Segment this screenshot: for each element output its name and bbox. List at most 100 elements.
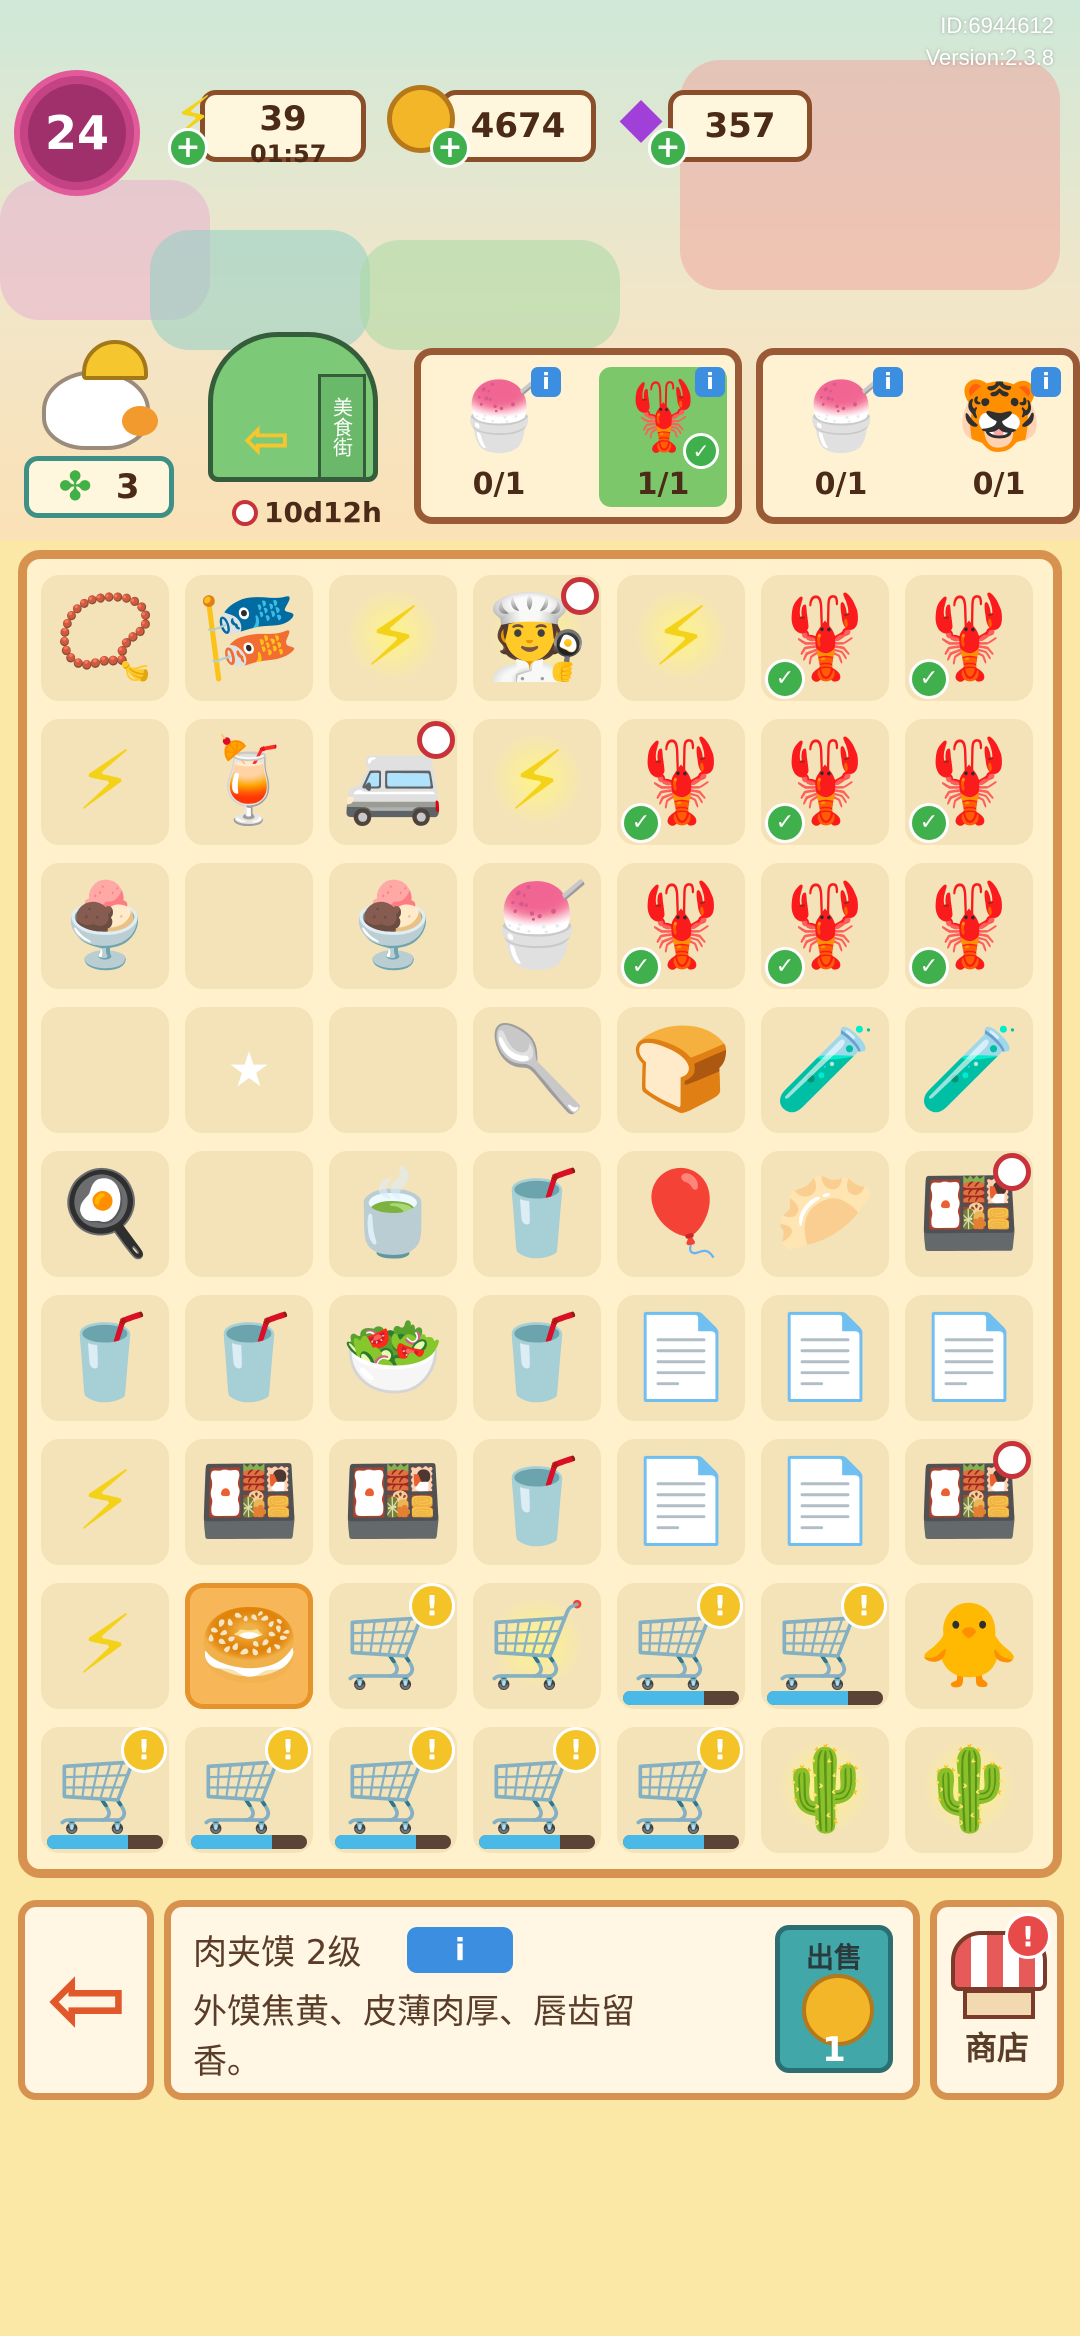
board-cell[interactable] — [41, 1007, 169, 1133]
board-cell[interactable]: 🥤 — [473, 1151, 601, 1277]
board-cell[interactable]: ⚡ — [41, 1583, 169, 1709]
board-cell[interactable]: ⚡ — [473, 719, 601, 845]
check-icon: ✓ — [909, 947, 949, 987]
board-item: ★ — [227, 1042, 271, 1098]
board-cell[interactable]: 🍱 — [905, 1151, 1033, 1277]
board-item: 🥟 — [773, 1166, 877, 1261]
check-icon: ✓ — [683, 433, 719, 469]
board-cell[interactable]: 🦞 ✓ — [761, 575, 889, 701]
info-icon[interactable]: i — [1031, 367, 1061, 397]
duck-character[interactable] — [36, 340, 158, 450]
board-cell[interactable]: 🎏 — [185, 575, 313, 701]
clock-icon — [417, 721, 455, 759]
board-cell[interactable]: ⚡ — [617, 575, 745, 701]
check-icon: ✓ — [909, 803, 949, 843]
board-cell[interactable]: 🎈 — [617, 1151, 745, 1277]
board-item: 🍳 — [53, 1166, 157, 1261]
info-icon[interactable]: i — [695, 367, 725, 397]
board-cell[interactable]: 🧪 — [905, 1007, 1033, 1133]
board-cell[interactable]: 🥗 — [329, 1295, 457, 1421]
energy-item: ⚡ — [76, 734, 134, 829]
lunchbox-item: 🍱 — [197, 1454, 301, 1549]
board-cell[interactable]: 🧑‍🍳 — [473, 575, 601, 701]
check-icon: ✓ — [765, 947, 805, 987]
info-icon[interactable]: i — [873, 367, 903, 397]
board-cell[interactable]: 🛒! — [329, 1727, 457, 1853]
version-label: Version:2.3.8 — [925, 45, 1054, 70]
board-cell[interactable]: ⚡ — [329, 575, 457, 701]
board-cell[interactable]: 🍳 — [41, 1151, 169, 1277]
board-cell[interactable]: 📄 — [761, 1295, 889, 1421]
board-cell[interactable]: 🥤 — [41, 1295, 169, 1421]
board-cell[interactable]: 🛒! — [617, 1727, 745, 1853]
cooldown-bar-fill — [47, 1835, 129, 1849]
add-energy-button[interactable]: + — [168, 128, 208, 168]
board-cell[interactable]: 🛒! — [329, 1583, 457, 1709]
dessert-item: 🍨 — [341, 878, 445, 973]
board-cell[interactable]: 🦞 ✓ — [905, 863, 1033, 989]
board-cell[interactable]: ⚡ — [41, 1439, 169, 1565]
board-cell[interactable]: 🌵 — [905, 1727, 1033, 1853]
board-cell[interactable]: 🦞 ✓ — [905, 575, 1033, 701]
sell-button[interactable]: 出售 1 — [775, 1925, 893, 2073]
board-cell[interactable]: 🥤 — [185, 1295, 313, 1421]
order-count: 1/1 — [636, 467, 690, 502]
board-cell[interactable]: 📄 — [905, 1295, 1033, 1421]
board-cell[interactable]: 📄 — [617, 1295, 745, 1421]
board-cell[interactable]: 🌵 — [761, 1727, 889, 1853]
board-cell[interactable]: 🐥 — [905, 1583, 1033, 1709]
board-cell[interactable]: 🛒! — [185, 1727, 313, 1853]
parfait-icon: 🍧 — [457, 377, 542, 456]
board-cell[interactable] — [185, 863, 313, 989]
shop-button[interactable]: ! 商店 — [930, 1900, 1064, 2100]
clover-counter[interactable]: ✤ 3 — [24, 456, 174, 518]
board-cell[interactable]: 📄 — [761, 1439, 889, 1565]
rainbow-drink-item: 🥤 — [53, 1310, 157, 1405]
board-cell[interactable]: 🥤 — [473, 1295, 601, 1421]
board-cell[interactable]: 🦞 ✓ — [761, 863, 889, 989]
board-cell[interactable]: 🍞 — [617, 1007, 745, 1133]
alert-icon: ! — [697, 1727, 743, 1773]
board-cell[interactable]: 🥯 — [185, 1583, 313, 1709]
board-cell[interactable]: 🍨 — [329, 863, 457, 989]
board-cell[interactable]: 🍧 — [473, 863, 601, 989]
board-cell[interactable]: 🦞 ✓ — [617, 719, 745, 845]
add-coins-button[interactable]: + — [430, 128, 470, 168]
board-cell[interactable]: 📿 — [41, 575, 169, 701]
board-cell[interactable]: 🥄 — [473, 1007, 601, 1133]
board-cell[interactable]: 🍹 — [185, 719, 313, 845]
board-cell[interactable]: 🍱 — [905, 1439, 1033, 1565]
board-cell[interactable]: 🥤 — [473, 1439, 601, 1565]
board-cell[interactable]: 🍱 — [185, 1439, 313, 1565]
board-cell[interactable]: 🦞 ✓ — [905, 719, 1033, 845]
board-cell[interactable]: 🛒! — [41, 1727, 169, 1853]
level-badge[interactable]: 24 — [14, 70, 140, 196]
board-cell[interactable]: ★ — [185, 1007, 313, 1133]
board-cell[interactable]: 🚐 — [329, 719, 457, 845]
item-info-button[interactable]: i — [407, 1927, 513, 1973]
board-cell[interactable] — [329, 1007, 457, 1133]
board-cell[interactable]: 🛒! — [617, 1583, 745, 1709]
board-cell[interactable]: 🥟 — [761, 1151, 889, 1277]
board-cell[interactable]: 🍨 — [41, 863, 169, 989]
order-card-1[interactable]: 🍧 0/1 i 🦞 1/1 i ✓ — [414, 348, 742, 524]
gem-counter[interactable]: 357 — [668, 90, 812, 162]
board-cell[interactable]: 📄 — [617, 1439, 745, 1565]
board-cell[interactable]: 🦞 ✓ — [617, 863, 745, 989]
board-cell[interactable] — [185, 1151, 313, 1277]
board-cell[interactable]: 🧪 — [761, 1007, 889, 1133]
board-cell[interactable]: 🛒! — [473, 1727, 601, 1853]
food-cart-item: 🛒 — [485, 1598, 589, 1693]
tiger-customer-icon: 🐯 — [957, 377, 1042, 456]
order-card-2[interactable]: 🍧 0/1 i 🐯 0/1 i — [756, 348, 1080, 524]
exit-button[interactable]: ⇦ — [18, 1900, 154, 2100]
board-cell[interactable]: 🍵 — [329, 1151, 457, 1277]
order-item: 🦞 1/1 i ✓ — [599, 367, 727, 507]
board-cell[interactable]: 🍱 — [329, 1439, 457, 1565]
info-icon[interactable]: i — [531, 367, 561, 397]
board-cell[interactable]: 🛒 — [473, 1583, 601, 1709]
board-cell[interactable]: ⚡ — [41, 719, 169, 845]
board-cell[interactable]: 🛒! — [761, 1583, 889, 1709]
board-cell[interactable]: 🦞 ✓ — [761, 719, 889, 845]
add-gems-button[interactable]: + — [648, 128, 688, 168]
